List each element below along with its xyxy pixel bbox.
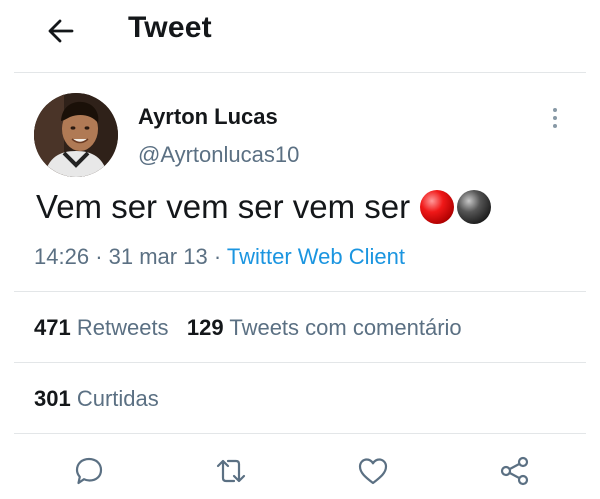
divider — [14, 72, 586, 73]
black-ball-emoji — [457, 190, 492, 224]
page-title: Tweet — [128, 11, 212, 44]
tweet-client-link[interactable]: Twitter Web Client — [227, 244, 405, 269]
quote-tweets-stat[interactable]: 129 Tweets com comentário — [187, 315, 462, 340]
tweet-text: Vem ser vem ser vem ser — [36, 188, 492, 226]
share-icon[interactable] — [498, 454, 532, 488]
retweets-label: Retweets — [76, 315, 169, 340]
divider — [14, 433, 586, 434]
likes-count: 301 — [34, 386, 71, 411]
likes-stat[interactable]: 301 Curtidas — [34, 386, 159, 411]
engagement-stats: 471 Retweets 129 Tweets com comentário — [34, 315, 462, 341]
back-arrow-icon[interactable] — [44, 14, 78, 48]
red-ball-emoji — [420, 190, 455, 224]
tweet-date: 31 mar 13 — [108, 244, 208, 269]
reply-icon[interactable] — [72, 454, 106, 488]
tweet-meta: 14:26 · 31 mar 13 · Twitter Web Client — [34, 244, 405, 270]
tweet-body: Vem ser vem ser vem ser — [36, 188, 411, 225]
author-handle[interactable]: @Ayrtonlucas10 — [138, 142, 299, 168]
divider — [14, 291, 586, 292]
likes-label: Curtidas — [76, 386, 159, 411]
top-bar: Tweet — [0, 0, 600, 72]
quotes-label: Tweets com comentário — [229, 315, 462, 340]
retweets-count: 471 — [34, 315, 71, 340]
divider — [14, 362, 586, 363]
action-bar — [0, 450, 600, 494]
retweet-icon[interactable] — [214, 454, 248, 488]
author-name[interactable]: Ayrton Lucas — [138, 104, 278, 130]
meta-separator: · — [213, 244, 222, 269]
meta-separator: · — [95, 244, 103, 269]
more-options-icon[interactable] — [546, 104, 564, 132]
likes-stats: 301 Curtidas — [34, 386, 159, 412]
like-icon[interactable] — [356, 454, 390, 488]
quotes-count: 129 — [186, 315, 224, 340]
retweets-stat[interactable]: 471 Retweets — [34, 315, 169, 340]
tweet-time: 14:26 — [34, 244, 90, 269]
avatar[interactable] — [34, 93, 118, 177]
